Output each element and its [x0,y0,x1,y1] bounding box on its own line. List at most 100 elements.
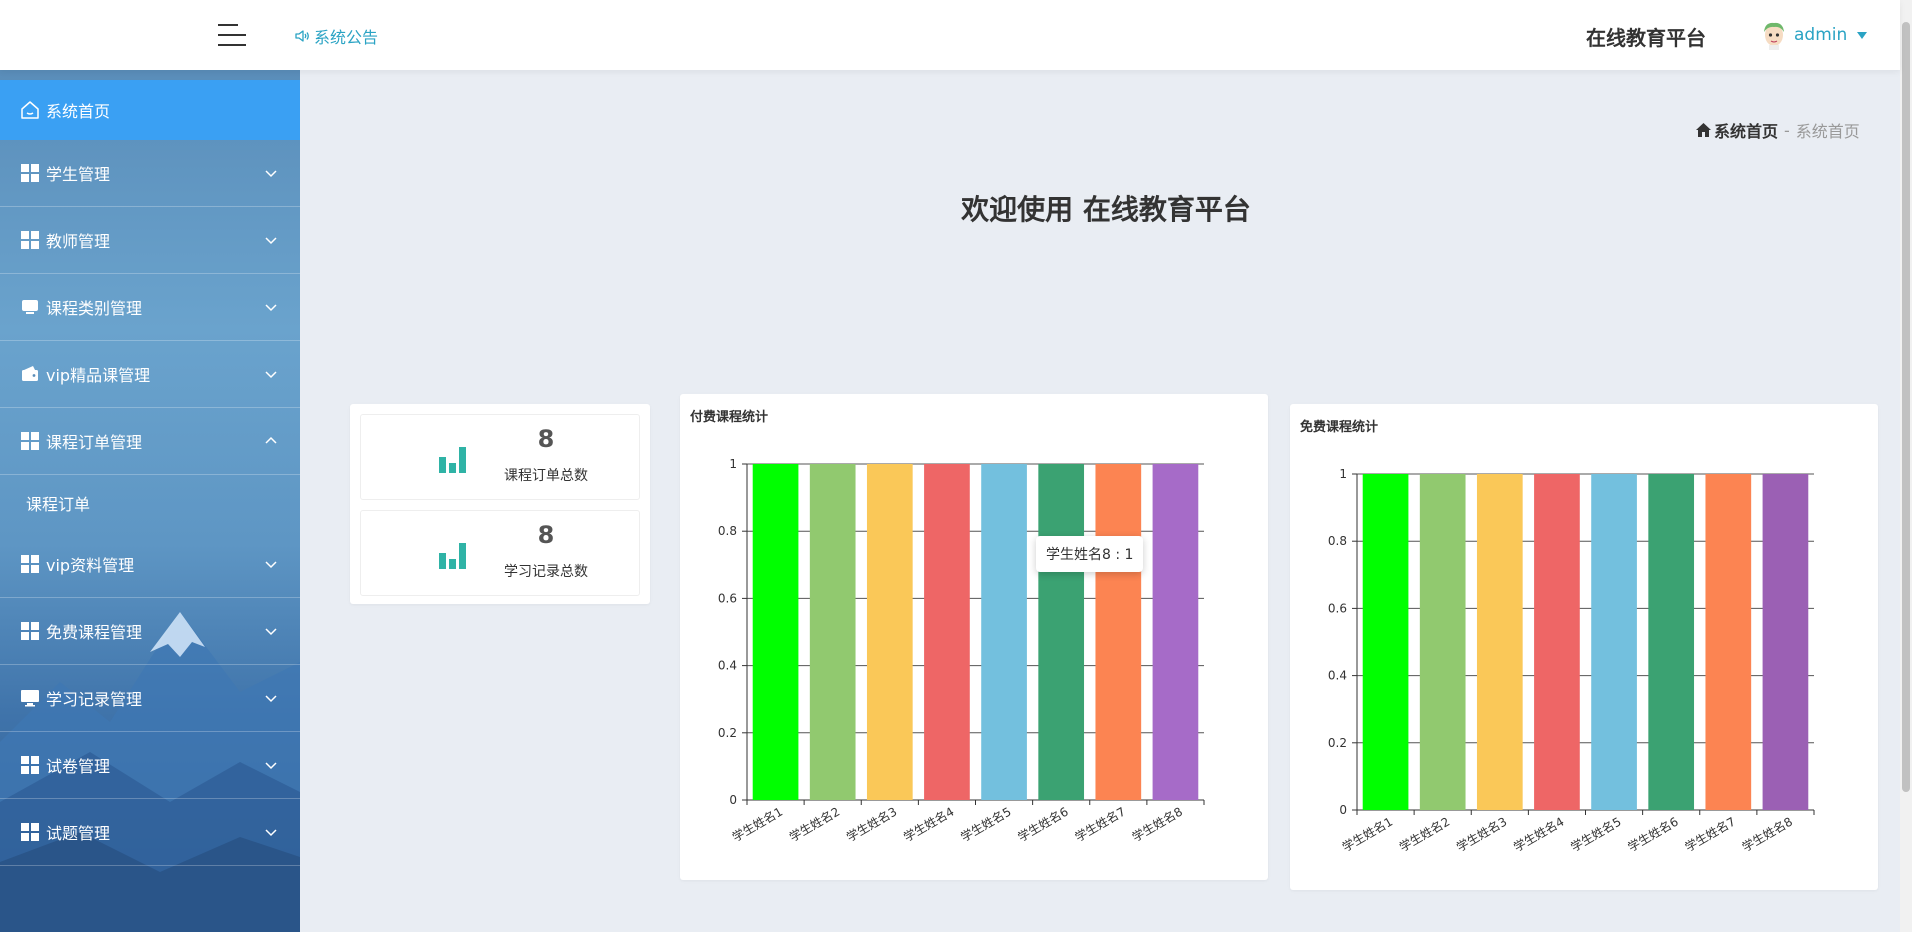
sidebar-item-course-category-management[interactable]: 课程类别管理 [0,274,300,341]
x-tick-label: 学生姓名8 [1739,814,1795,855]
sidebar-item-label: 试卷管理 [46,757,111,776]
chevron-up-icon [265,436,277,444]
grid-icon [20,163,40,183]
breadcrumb: 系统首页 - 系统首页 [1696,118,1860,142]
sidebar-item-label: 试题管理 [46,824,111,843]
chevron-down-icon [265,237,277,245]
sidebar-item-vip-course-management[interactable]: vip精品课管理 [0,341,300,408]
bar [981,464,1027,800]
bar [1152,464,1199,800]
sidebar-subitem-course-order[interactable]: 课程订单 [0,475,300,531]
breadcrumb-separator: - [1784,120,1790,140]
user-menu[interactable]: admin [1760,20,1868,50]
stat-value: 8 [537,521,555,549]
bar [1095,464,1142,800]
y-tick-label: 0.8 [1328,534,1347,548]
hamburger-line [218,24,238,26]
sidebar-item-label: 免费课程管理 [46,623,143,642]
chevron-down-icon [265,371,277,379]
sidebar-item-label: 课程类别管理 [46,299,143,318]
sidebar-item-course-order-management[interactable]: 课程订单管理 [0,408,300,475]
sidebar: 系统首页 学生管理 教师管理 课程类别管理 vip精品课管理 课程订单管理 课程… [0,70,300,932]
grid-icon [20,230,40,250]
x-tick-label: 学生姓名8 [1129,804,1185,845]
stats-panel: 8 课程订单总数 8 学习记录总数 [350,404,650,604]
breadcrumb-home-label: 系统首页 [1714,122,1779,141]
sidebar-item-label: 系统首页 [46,102,111,121]
stat-label: 学习记录总数 [504,564,588,580]
welcome-prefix: 欢迎使用 [961,193,1074,226]
home-icon [20,100,40,120]
sidebar-item-study-record-management[interactable]: 学习记录管理 [0,665,300,732]
chart-tooltip: 学生姓名8 : 1 [1036,536,1144,572]
chevron-down-icon [265,628,277,636]
y-tick-label: 0.8 [718,524,737,538]
page-scrollbar[interactable] [1900,0,1912,932]
sidebar-item-label: 学习记录管理 [46,690,143,709]
stat-card-study-records: 8 学习记录总数 [360,510,640,596]
sidebar-item-teacher-management[interactable]: 教师管理 [0,207,300,274]
x-tick-label: 学生姓名6 [1625,814,1681,855]
x-tick-label: 学生姓名4 [1511,814,1567,855]
user-name: admin [1794,25,1848,45]
x-tick-label: 学生姓名5 [1568,814,1624,855]
caret-down-icon [1857,31,1868,39]
monitor-icon [20,688,40,708]
avatar [1764,22,1784,50]
sidebar-menu: 系统首页 学生管理 教师管理 课程类别管理 vip精品课管理 课程订单管理 课程… [0,80,300,866]
home-icon [1696,123,1711,137]
sidebar-item-vip-material-management[interactable]: vip资料管理 [0,531,300,598]
sidebar-item-free-course-management[interactable]: 免费课程管理 [0,598,300,665]
y-tick-label: 0.6 [1328,601,1347,615]
x-tick-label: 学生姓名2 [787,804,843,845]
x-tick-label: 学生姓名3 [1454,814,1510,855]
bar [924,464,970,800]
menu-toggle-button[interactable] [218,22,246,46]
x-tick-label: 学生姓名7 [1682,814,1738,855]
x-tick-label: 学生姓名5 [958,804,1014,845]
platform-brand: 在线教育平台 [1586,26,1706,50]
paid-course-chart-panel: 付费课程统计 0 0.2 0.4 0.6 0.8 1 学生姓名1 学生姓名2 学生姓名3 学生姓名… [680,394,1268,880]
sidebar-item-label: vip资料管理 [46,556,135,575]
y-tick-label: 1 [1339,467,1347,481]
y-tick-label: 0.6 [718,591,737,605]
y-tick-label: 0 [729,793,737,807]
grid-icon [20,621,40,641]
hamburger-line [218,44,246,46]
breadcrumb-home-link[interactable]: 系统首页 [1696,118,1778,142]
free-course-bar-chart[interactable]: 00.20.40.60.81学生姓名1 学生姓名2 学生姓名3 学生姓名4 学生姓名5 学… [1290,404,1878,890]
sidebar-item-label: vip精品课管理 [46,366,151,385]
bar-chart-icon [439,543,466,569]
x-tick-label: 学生姓名1 [729,804,785,845]
x-tick-label: 学生姓名6 [1015,804,1071,845]
chevron-down-icon [265,561,277,569]
breadcrumb-current: 系统首页 [1795,122,1860,141]
bar [1419,474,1466,810]
x-tick-label: 学生姓名7 [1072,804,1128,845]
sidebar-item-question-management[interactable]: 试题管理 [0,799,300,866]
chevron-down-icon [265,695,277,703]
sidebar-item-exam-paper-management[interactable]: 试卷管理 [0,732,300,799]
x-tick-label: 学生姓名3 [844,804,900,845]
x-tick-label: 学生姓名4 [901,804,957,845]
speaker-icon [295,30,309,42]
y-tick-label: 0.4 [1328,669,1347,683]
paid-course-bar-chart[interactable]: 00.20.40.60.81学生姓名1 学生姓名2 学生姓名3 学生姓名4 学生姓名5 学… [680,394,1268,880]
bar [1362,474,1409,810]
bar [1648,474,1695,810]
x-tick-label: 学生姓名2 [1397,814,1453,855]
sidebar-item-student-management[interactable]: 学生管理 [0,140,300,207]
wallet-icon [20,364,40,384]
system-notice-label: 系统公告 [314,28,379,47]
sidebar-item-label: 学生管理 [46,165,111,184]
bar [1705,474,1752,810]
top-header: 系统公告 在线教育平台 admin [0,0,1900,70]
hamburger-line [218,34,246,36]
sidebar-item-home[interactable]: 系统首页 [0,80,300,140]
bar [809,464,856,800]
grid-icon [20,554,40,574]
scrollbar-thumb[interactable] [1902,22,1910,792]
bar [866,464,913,800]
system-notice-link[interactable]: 系统公告 [294,24,378,48]
y-tick-label: 0.2 [1328,736,1347,750]
